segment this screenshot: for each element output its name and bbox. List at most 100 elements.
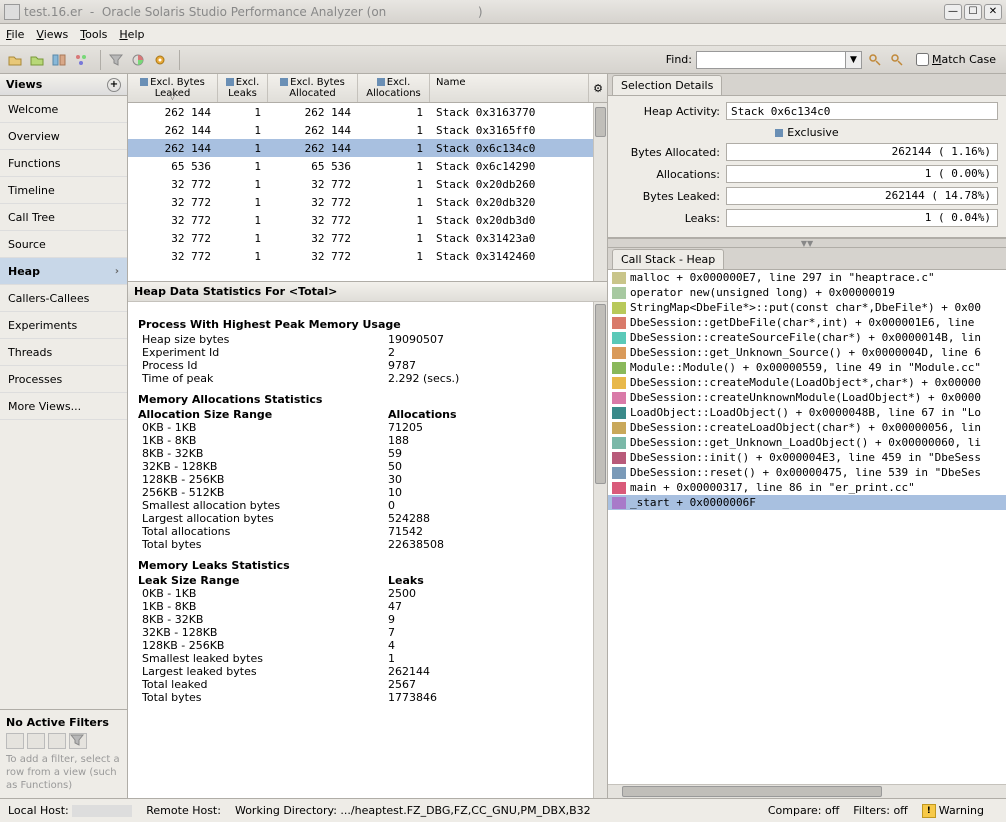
settings-icon[interactable] <box>151 51 169 69</box>
table-settings-icon[interactable]: ⚙ <box>589 74 607 102</box>
sidebar-item-experiments[interactable]: Experiments <box>0 312 127 339</box>
menu-views[interactable]: Views <box>36 28 68 41</box>
callstack-row[interactable]: DbeSession::reset() + 0x00000475, line 5… <box>608 465 1006 480</box>
color-icon[interactable] <box>129 51 147 69</box>
callstack-row[interactable]: DbeSession::getDbeFile(char*,int) + 0x00… <box>608 315 1006 330</box>
compare-icon[interactable] <box>50 51 68 69</box>
splitter[interactable]: ▼▼ <box>608 238 1006 248</box>
col-name[interactable]: Name <box>430 74 589 102</box>
callstack-row[interactable]: DbeSession::init() + 0x000004E3, line 45… <box>608 450 1006 465</box>
stat-row: Process Id9787 <box>138 359 597 372</box>
sidebar: Views + WelcomeOverviewFunctionsTimeline… <box>0 74 128 798</box>
sidebar-item-source[interactable]: Source <box>0 231 127 258</box>
statusbar: Local Host: Remote Host: Working Directo… <box>0 798 1006 822</box>
menu-tools[interactable]: Tools <box>80 28 107 41</box>
table-scrollbar[interactable] <box>593 103 607 281</box>
callstack-row[interactable]: _start + 0x0000006F <box>608 495 1006 510</box>
stat-row: 1KB - 8KB188 <box>138 434 597 447</box>
filters-hint: To add a filter, select a row from a vie… <box>6 753 121 792</box>
find-next-icon[interactable] <box>866 51 884 69</box>
tab-selection-details[interactable]: Selection Details <box>612 75 722 95</box>
callstack-hscroll[interactable] <box>608 784 1006 798</box>
sidebar-item-processes[interactable]: Processes <box>0 366 127 393</box>
status-filters: Filters: off <box>853 804 907 817</box>
sidebar-item-heap[interactable]: Heap› <box>0 258 127 285</box>
filter-funnel-icon[interactable] <box>69 733 87 749</box>
match-case-checkbox[interactable] <box>916 53 929 66</box>
right-panel: Selection Details Heap Activity: Exclusi… <box>608 74 1006 798</box>
callstack-row[interactable]: DbeSession::createModule(LoadObject*,cha… <box>608 375 1006 390</box>
exclusive-header: Exclusive <box>616 126 998 139</box>
add-view-button[interactable]: + <box>107 78 121 92</box>
sidebar-item-callers-callees[interactable]: Callers-Callees <box>0 285 127 312</box>
filter-redo-button[interactable] <box>27 733 45 749</box>
color-swatch <box>612 287 626 299</box>
table-row[interactable]: 262 1441262 1441Stack 0x3163770 <box>128 103 607 121</box>
table-row[interactable]: 32 772132 7721Stack 0x20db3d0 <box>128 211 607 229</box>
table-row[interactable]: 32 772132 7721Stack 0x20db260 <box>128 175 607 193</box>
filter-icon[interactable] <box>107 51 125 69</box>
toolbar: Find: ▼ Match Case <box>0 46 1006 74</box>
callstack-row[interactable]: malloc + 0x000000E7, line 297 in "heaptr… <box>608 270 1006 285</box>
sidebar-item-timeline[interactable]: Timeline <box>0 177 127 204</box>
status-remote-host: Remote Host: <box>146 804 221 817</box>
callstack-row[interactable]: DbeSession::get_Unknown_Source() + 0x000… <box>608 345 1006 360</box>
detail-row: Bytes Allocated:262144 ( 1.16%) <box>616 143 998 161</box>
sidebar-item-overview[interactable]: Overview <box>0 123 127 150</box>
heap-table: Excl. Bytes Leaked▽ Excl. Leaks Excl. By… <box>128 74 607 282</box>
status-warning[interactable]: !Warning <box>922 804 984 818</box>
callstack-row[interactable]: Module::Module() + 0x00000559, line 49 i… <box>608 360 1006 375</box>
table-row[interactable]: 262 1441262 1441Stack 0x3165ff0 <box>128 121 607 139</box>
color-swatch <box>612 437 626 449</box>
find-label: Find: <box>666 53 692 66</box>
sidebar-item-more-views-[interactable]: More Views... <box>0 393 127 420</box>
stat-row: Total bytes22638508 <box>138 538 597 551</box>
table-row[interactable]: 65 536165 5361Stack 0x6c14290 <box>128 157 607 175</box>
sidebar-item-functions[interactable]: Functions <box>0 150 127 177</box>
sidebar-item-threads[interactable]: Threads <box>0 339 127 366</box>
color-swatch <box>612 482 626 494</box>
open-icon[interactable] <box>6 51 24 69</box>
callstack-row[interactable]: StringMap<DbeFile*>::put(const char*,Dbe… <box>608 300 1006 315</box>
callstack-row[interactable]: DbeSession::createSourceFile(char*) + 0x… <box>608 330 1006 345</box>
stat-row: Smallest allocation bytes0 <box>138 499 597 512</box>
menu-file[interactable]: File <box>6 28 24 41</box>
menubar: File Views Tools Help <box>0 24 1006 46</box>
maximize-button[interactable]: ☐ <box>964 4 982 20</box>
callstack-row[interactable]: main + 0x00000317, line 86 in "er_print.… <box>608 480 1006 495</box>
callstack-row[interactable]: operator new(unsigned long) + 0x00000019 <box>608 285 1006 300</box>
close-button[interactable]: ✕ <box>984 4 1002 20</box>
tab-call-stack[interactable]: Call Stack - Heap <box>612 249 724 269</box>
add-experiment-icon[interactable] <box>28 51 46 69</box>
color-swatch <box>612 317 626 329</box>
table-row[interactable]: 32 772132 7721Stack 0x31423a0 <box>128 229 607 247</box>
proc-header: Process With Highest Peak Memory Usage <box>138 318 597 331</box>
stats-body: Process With Highest Peak Memory Usage H… <box>128 302 607 798</box>
callstack-row[interactable]: DbeSession::createUnknownModule(LoadObje… <box>608 390 1006 405</box>
stats-scrollbar[interactable] <box>593 302 607 798</box>
col-bytes-allocated[interactable]: Excl. Bytes Allocated <box>268 74 358 102</box>
col-allocations[interactable]: Excl. Allocations <box>358 74 430 102</box>
stat-row: 0KB - 1KB71205 <box>138 421 597 434</box>
detail-row: Allocations:1 ( 0.00%) <box>616 165 998 183</box>
col-leaks[interactable]: Excl. Leaks <box>218 74 268 102</box>
find-input[interactable] <box>696 51 846 69</box>
table-row[interactable]: 32 772132 7721Stack 0x3142460 <box>128 247 607 265</box>
table-row[interactable]: 262 1441262 1441Stack 0x6c134c0 <box>128 139 607 157</box>
filter-undo-button[interactable] <box>6 733 24 749</box>
filter-remove-button[interactable] <box>48 733 66 749</box>
sidebar-item-welcome[interactable]: Welcome <box>0 96 127 123</box>
aggregate-icon[interactable] <box>72 51 90 69</box>
color-swatch <box>612 272 626 284</box>
find-prev-icon[interactable] <box>888 51 906 69</box>
table-row[interactable]: 32 772132 7721Stack 0x20db320 <box>128 193 607 211</box>
sidebar-item-call-tree[interactable]: Call Tree <box>0 204 127 231</box>
col-bytes-leaked[interactable]: Excl. Bytes Leaked▽ <box>128 74 218 102</box>
status-compare: Compare: off <box>768 804 839 817</box>
callstack-row[interactable]: LoadObject::LoadObject() + 0x0000048B, l… <box>608 405 1006 420</box>
menu-help[interactable]: Help <box>119 28 144 41</box>
callstack-row[interactable]: DbeSession::createLoadObject(char*) + 0x… <box>608 420 1006 435</box>
callstack-row[interactable]: DbeSession::get_Unknown_LoadObject() + 0… <box>608 435 1006 450</box>
find-dropdown[interactable]: ▼ <box>846 51 862 69</box>
minimize-button[interactable]: — <box>944 4 962 20</box>
